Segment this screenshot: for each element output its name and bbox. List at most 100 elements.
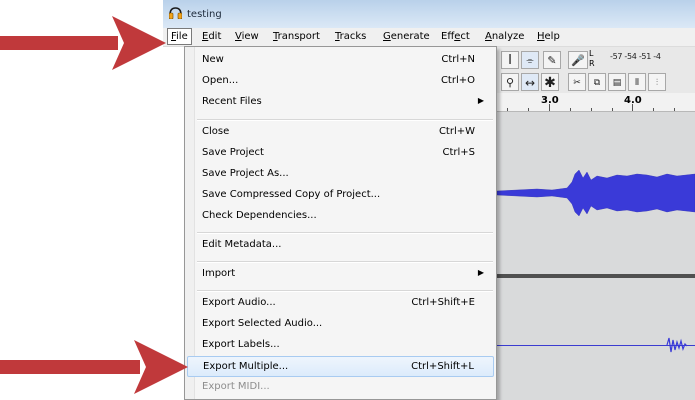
ruler-tick — [612, 108, 613, 111]
menu-transport[interactable]: Transport — [270, 29, 323, 44]
menu-item-label: Export Labels... — [202, 339, 280, 350]
menubar: File Edit View Transport Tracks Generate… — [163, 28, 695, 47]
menu-item-shortcut: Ctrl+Shift+L — [411, 361, 474, 372]
menu-item-export-multiple[interactable]: Export Multiple... Ctrl+Shift+L — [187, 356, 494, 377]
meter-r-label: R — [589, 59, 595, 68]
menu-edit[interactable]: Edit — [199, 29, 224, 44]
menu-item-label: Export Multiple... — [203, 361, 289, 372]
trim-icon[interactable]: ⫴ — [628, 73, 646, 91]
menu-item-export-labels[interactable]: Export Labels... — [187, 335, 494, 356]
audio-track-1[interactable] — [497, 112, 695, 274]
menu-tracks-rest: racks — [339, 31, 367, 42]
ruler-tick — [632, 104, 633, 111]
red-arrow-icon — [0, 340, 188, 394]
menu-item-export-audio[interactable]: Export Audio... Ctrl+Shift+E — [187, 293, 494, 314]
draw-tool-icon[interactable]: ✎ — [543, 51, 561, 69]
menu-item-check-dependencies[interactable]: Check Dependencies... — [187, 206, 494, 227]
menu-separator — [197, 261, 493, 263]
menu-analyze-rest: nalyze — [491, 31, 525, 42]
menu-view-rest: iew — [241, 31, 259, 42]
menu-analyze[interactable]: Analyze — [482, 29, 527, 44]
menu-item-export-selected-audio[interactable]: Export Selected Audio... — [187, 314, 494, 335]
menu-item-save-project[interactable]: Save Project Ctrl+S — [187, 143, 494, 164]
menu-item-edit-metadata[interactable]: Edit Metadata... — [187, 235, 494, 256]
menu-effect-rest: ct — [460, 31, 470, 42]
menu-tracks[interactable]: Tracks — [332, 29, 369, 44]
menu-item-save-project-as[interactable]: Save Project As... — [187, 164, 494, 185]
menu-help-rest: elp — [544, 31, 560, 42]
headphones-icon — [169, 7, 182, 19]
menu-item-label: Close — [202, 126, 230, 137]
meter-l-label: L — [589, 49, 594, 58]
menu-item-import[interactable]: Import ▶ — [187, 264, 494, 285]
menu-analyze-mnemonic: A — [485, 31, 492, 42]
menu-item-close[interactable]: Close Ctrl+W — [187, 122, 494, 143]
menu-item-open[interactable]: Open... Ctrl+O — [187, 71, 494, 92]
menu-item-label: Check Dependencies... — [202, 210, 317, 221]
zoom-tool-icon[interactable]: ⚲ — [501, 73, 519, 91]
ruler-tick — [653, 108, 654, 111]
ruler-tick — [549, 104, 550, 111]
submenu-arrow-icon: ▶ — [477, 268, 484, 277]
file-menu-dropdown: New Ctrl+N Open... Ctrl+O Recent Files ▶… — [184, 46, 497, 400]
waveform — [497, 169, 695, 217]
menu-file-rest: ile — [176, 31, 188, 42]
menu-item-shortcut: Ctrl+O — [440, 75, 475, 86]
menu-generate-mnemonic: G — [383, 31, 391, 42]
menu-edit-rest: dit — [208, 31, 222, 42]
menu-generate[interactable]: Generate — [380, 29, 433, 44]
menu-item-label: New — [202, 54, 224, 65]
menu-view[interactable]: View — [232, 29, 262, 44]
ruler-tick — [528, 108, 529, 111]
timeshift-tool-icon[interactable]: ↔ — [521, 73, 539, 91]
selection-tool-icon[interactable]: I — [501, 51, 519, 69]
menu-item-new[interactable]: New Ctrl+N — [187, 50, 494, 71]
menu-item-shortcut: Ctrl+Shift+E — [411, 297, 475, 308]
envelope-tool-icon[interactable]: ⌯ — [521, 51, 539, 69]
menu-item-recent-files[interactable]: Recent Files ▶ — [187, 92, 494, 113]
menu-separator — [197, 290, 493, 292]
menu-effect[interactable]: Effect — [438, 29, 473, 44]
menu-separator — [197, 232, 493, 234]
menu-view-mnemonic: V — [235, 31, 242, 42]
menu-item-label: Export Audio... — [202, 297, 276, 308]
cut-icon[interactable]: ✂ — [568, 73, 586, 91]
menu-item-label: Save Project As... — [202, 168, 289, 179]
meter-scale: -57 -54 -51 -4 — [610, 52, 661, 61]
menu-help[interactable]: Help — [534, 29, 563, 44]
copy-icon[interactable]: ⧉ — [588, 73, 606, 91]
multi-tool-icon[interactable]: ✱ — [541, 73, 559, 91]
menu-item-save-compressed-copy[interactable]: Save Compressed Copy of Project... — [187, 185, 494, 206]
menu-item-label: Save Project — [202, 147, 264, 158]
window-title: testing — [187, 9, 222, 20]
red-arrow-icon — [0, 16, 166, 70]
menu-item-label: Edit Metadata... — [202, 239, 282, 250]
menu-item-label: Export MIDI... — [202, 381, 270, 392]
menu-item-shortcut: Ctrl+N — [441, 54, 475, 65]
menu-item-label: Export Selected Audio... — [202, 318, 323, 329]
silence-icon[interactable]: ⫶ — [648, 73, 666, 91]
menu-item-label: Recent Files — [202, 96, 262, 107]
timeline-ruler[interactable]: 3.0 4.0 — [497, 93, 695, 112]
menu-transport-rest: ransport — [277, 31, 320, 42]
window-titlebar: testing — [163, 0, 695, 28]
paste-icon[interactable]: ▤ — [608, 73, 626, 91]
ruler-tick — [507, 108, 508, 111]
menu-help-mnemonic: H — [537, 31, 545, 42]
ruler-tick — [674, 108, 675, 111]
menu-file[interactable]: File — [167, 28, 192, 45]
submenu-arrow-icon: ▶ — [477, 96, 484, 105]
menu-item-label: Open... — [202, 75, 239, 86]
menu-item-export-midi: Export MIDI... — [187, 377, 494, 398]
menu-item-label: Save Compressed Copy of Project... — [202, 189, 381, 200]
menu-generate-rest: enerate — [390, 31, 430, 42]
ruler-tick — [570, 108, 571, 111]
record-meter-icon[interactable]: 🎤 — [568, 51, 588, 69]
menu-item-shortcut: Ctrl+S — [442, 147, 475, 158]
menu-separator — [197, 119, 493, 121]
menu-effect-pre: Eff — [441, 31, 455, 42]
menu-item-label: Import — [202, 268, 236, 279]
ruler-tick — [591, 108, 592, 111]
menu-item-shortcut: Ctrl+W — [438, 126, 475, 137]
waveform-fragment — [666, 337, 688, 353]
